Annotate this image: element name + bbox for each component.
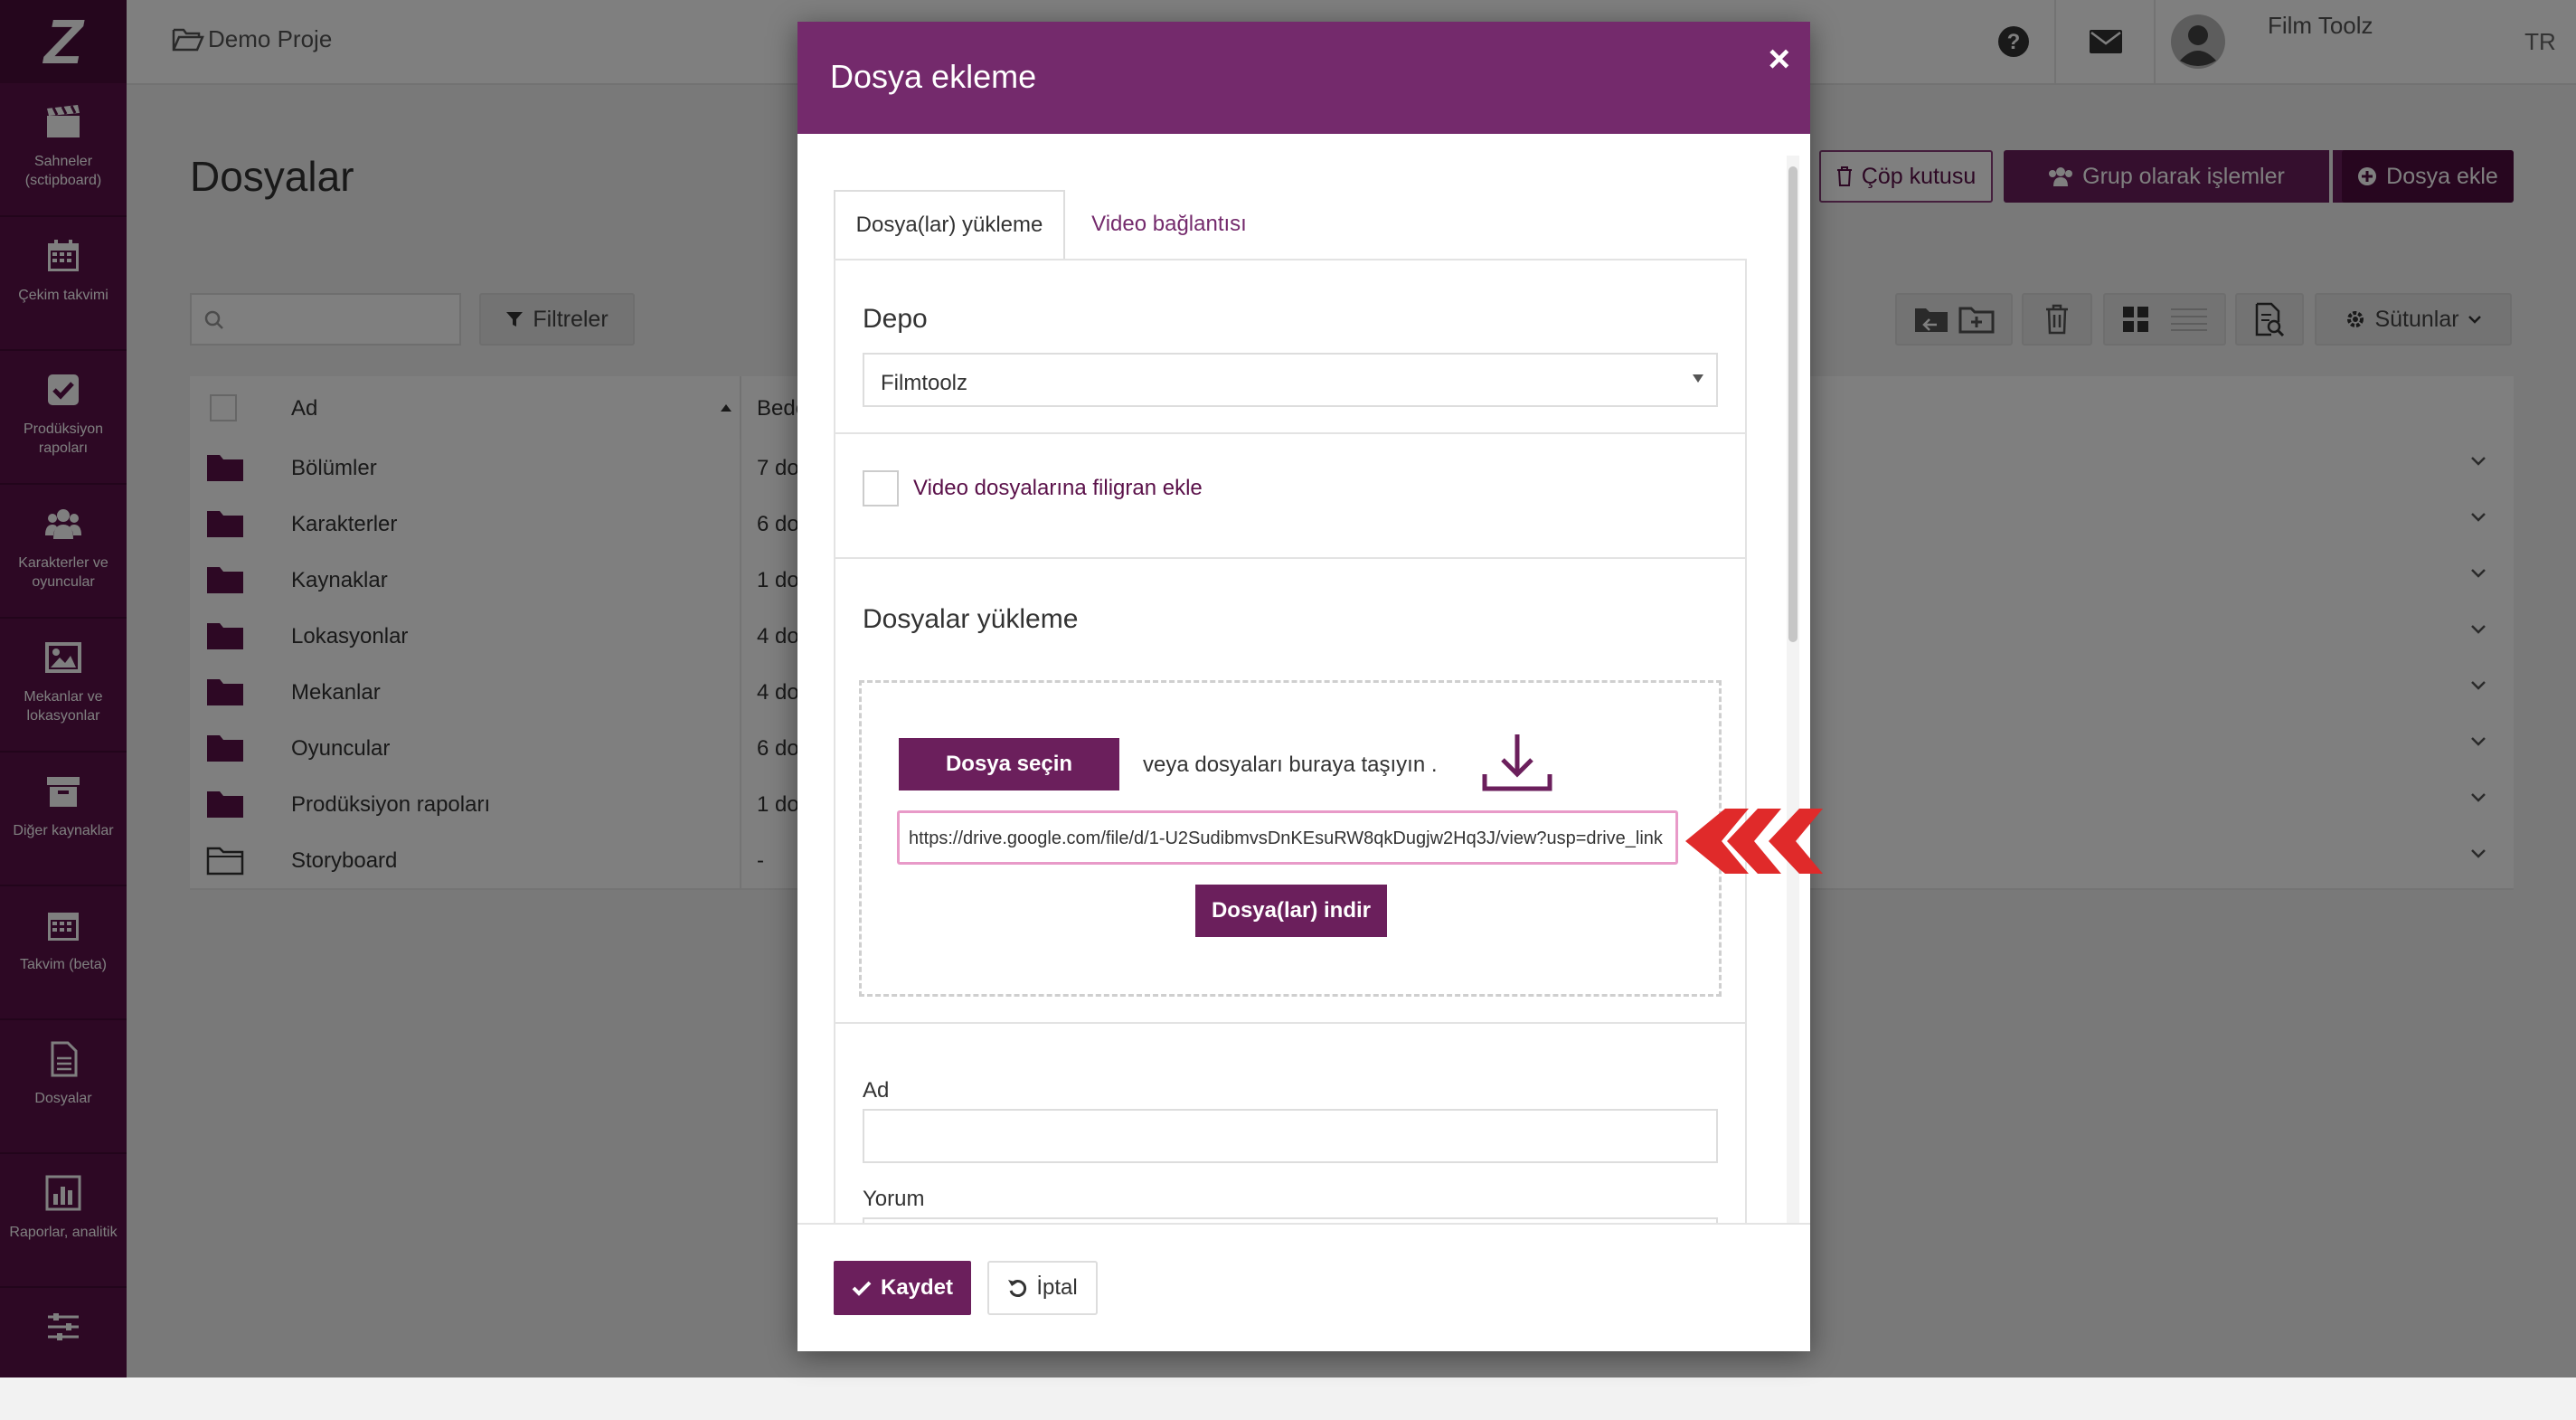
download-icon bbox=[1482, 734, 1552, 791]
cancel-button[interactable]: İptal bbox=[987, 1261, 1098, 1315]
tab-file-upload[interactable]: Dosya(lar) yükleme bbox=[834, 190, 1065, 259]
name-label: Ad bbox=[863, 1078, 890, 1103]
modal-header: Dosya ekleme × bbox=[797, 22, 1810, 134]
download-files-button[interactable]: Dosya(lar) indir bbox=[1195, 885, 1387, 937]
tab-video-link[interactable]: Video bağlantısı bbox=[1065, 190, 1273, 259]
check-icon bbox=[852, 1281, 872, 1296]
caret-down-icon bbox=[1693, 374, 1703, 383]
undo-icon bbox=[1008, 1280, 1027, 1297]
comment-label: Yorum bbox=[863, 1187, 925, 1211]
name-input[interactable] bbox=[863, 1109, 1718, 1163]
close-icon[interactable]: × bbox=[1768, 40, 1790, 78]
watermark-checkbox[interactable] bbox=[863, 470, 899, 506]
choose-file-button[interactable]: Dosya seçin bbox=[899, 738, 1119, 790]
storage-select[interactable]: Filmtoolz bbox=[863, 353, 1718, 407]
scrollbar-thumb[interactable] bbox=[1788, 166, 1798, 642]
watermark-label[interactable]: Video dosyalarına filigran ekle bbox=[913, 476, 1203, 501]
storage-label: Depo bbox=[863, 304, 928, 334]
modal-body: Dosya(lar) yükleme Video bağlantısı Depo… bbox=[797, 134, 1810, 1245]
save-button[interactable]: Kaydet bbox=[834, 1261, 971, 1315]
pointer-arrow-icon bbox=[1685, 809, 1823, 874]
modal-title: Dosya ekleme bbox=[830, 58, 1037, 95]
upload-section-title: Dosyalar yükleme bbox=[863, 604, 1079, 634]
drag-hint-text: veya dosyaları buraya taşıyın . bbox=[1143, 753, 1438, 777]
url-input[interactable]: https://drive.google.com/file/d/1-U2Sudi… bbox=[897, 810, 1678, 865]
modal-footer: Kaydet İptal bbox=[797, 1223, 1810, 1351]
add-file-modal: Dosya ekleme × Dosya(lar) yükleme Video … bbox=[797, 22, 1810, 1351]
